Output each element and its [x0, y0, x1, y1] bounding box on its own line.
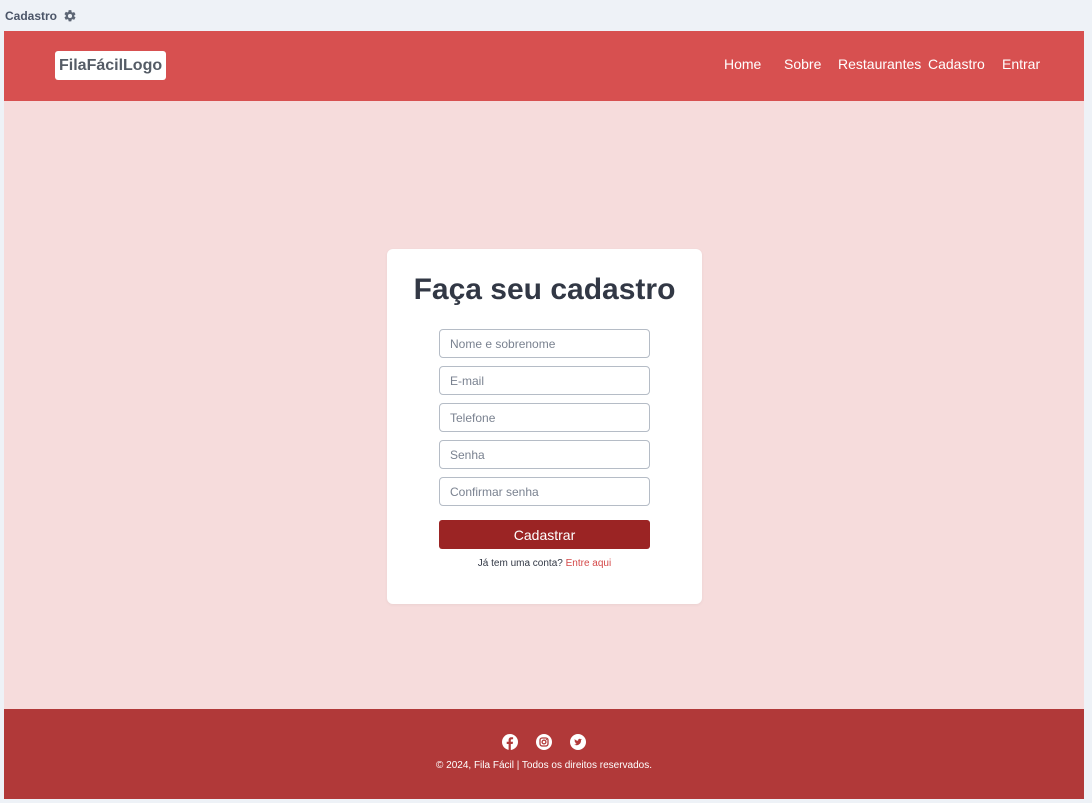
signup-card: Faça seu cadastro Cadastrar Já tem uma c…: [387, 249, 702, 604]
form-title: Faça seu cadastro: [413, 273, 676, 306]
email-field[interactable]: [439, 366, 650, 395]
nav-home[interactable]: Home: [724, 56, 761, 72]
name-field[interactable]: [439, 329, 650, 358]
site-logo[interactable]: FilaFácilLogo: [55, 51, 167, 80]
password-field[interactable]: [439, 440, 650, 469]
instagram-icon[interactable]: [536, 734, 552, 750]
nav-cadastro[interactable]: Cadastro: [928, 56, 985, 72]
nav-sobre[interactable]: Sobre: [784, 56, 821, 72]
window-titlebar: Cadastro: [0, 0, 1092, 31]
nav-entrar[interactable]: Entrar: [1002, 56, 1040, 72]
login-link[interactable]: Entre aqui: [566, 558, 612, 569]
signup-button[interactable]: Cadastrar: [439, 520, 650, 549]
copyright-text: © 2024, Fila Fácil | Todos os direitos r…: [436, 760, 652, 771]
site-header: FilaFácilLogo Home Sobre Restaurantes Ca…: [4, 31, 1084, 101]
phone-field[interactable]: [439, 403, 650, 432]
nav-restaurantes[interactable]: Restaurantes: [838, 56, 921, 72]
social-links: [4, 734, 1084, 750]
confirm-password-field[interactable]: [439, 477, 650, 506]
twitter-icon[interactable]: [570, 734, 586, 750]
login-prompt-line: Já tem uma conta? Entre aqui: [387, 558, 702, 569]
page-viewport: FilaFácilLogo Home Sobre Restaurantes Ca…: [4, 31, 1084, 799]
gear-icon[interactable]: [63, 9, 77, 23]
login-prompt-text: Já tem uma conta?: [477, 558, 563, 569]
window-title: Cadastro: [5, 8, 58, 23]
facebook-icon[interactable]: [502, 734, 518, 750]
site-footer: © 2024, Fila Fácil | Todos os direitos r…: [4, 709, 1084, 799]
